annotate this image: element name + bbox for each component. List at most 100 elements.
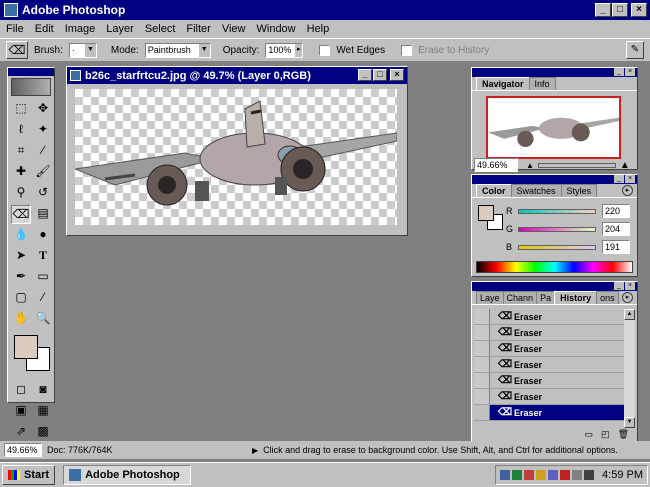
document-title-bar[interactable]: b26c_starfrtcu2.jpg @ 49.7% (Layer 0,RGB…: [67, 67, 407, 84]
eyedropper-tool-icon[interactable]: ⁄: [33, 289, 53, 308]
adobe-online-logo[interactable]: [11, 78, 51, 96]
doc-close-button[interactable]: ×: [390, 69, 404, 81]
tray-icon-5[interactable]: [548, 470, 559, 480]
move-tool-icon[interactable]: ✥: [33, 100, 53, 119]
type-tool-icon[interactable]: T: [33, 247, 53, 266]
palette-well-icon[interactable]: ✎: [626, 41, 644, 59]
tab-actions[interactable]: ons: [596, 291, 619, 304]
status-zoom-field[interactable]: 49.66%: [4, 443, 42, 457]
new-snapshot-icon[interactable]: ◰: [601, 429, 610, 441]
start-button[interactable]: Start: [2, 465, 56, 485]
delete-state-icon[interactable]: 🗑: [618, 429, 629, 441]
menu-select[interactable]: Select: [145, 23, 176, 35]
jump-to-imageready-icon[interactable]: ⇗: [11, 423, 31, 442]
blur-tool-icon[interactable]: 💧: [11, 226, 31, 245]
close-button[interactable]: ×: [631, 3, 647, 17]
full-screen-mode-icon[interactable]: ▦: [33, 402, 53, 421]
navigator-close-button[interactable]: ×: [625, 68, 635, 76]
brush-tool-icon[interactable]: 🖌: [33, 163, 53, 182]
history-state[interactable]: ⌫ Eraser: [474, 309, 628, 325]
doc-minimize-button[interactable]: _: [358, 69, 372, 81]
navigator-zoom-slider[interactable]: [537, 162, 616, 168]
history-panel-menu-icon[interactable]: ▸: [622, 292, 633, 303]
red-channel-slider[interactable]: [518, 208, 596, 214]
color-panel-menu-icon[interactable]: ▸: [622, 185, 633, 196]
menu-edit[interactable]: Edit: [35, 23, 54, 35]
marquee-tool-icon[interactable]: ⬚: [11, 100, 31, 119]
hand-tool-icon[interactable]: ✋: [11, 310, 31, 329]
history-panel-title-bar[interactable]: _ ×: [472, 282, 637, 291]
history-minimize-button[interactable]: _: [614, 282, 624, 290]
menu-view[interactable]: View: [222, 23, 246, 35]
standard-mode-icon[interactable]: ◻: [11, 381, 31, 400]
clone-stamp-tool-icon[interactable]: ⚲: [11, 184, 31, 203]
color-minimize-button[interactable]: _: [614, 175, 624, 183]
menu-filter[interactable]: Filter: [186, 23, 210, 35]
foreground-color-swatch[interactable]: [14, 335, 38, 359]
mode-select[interactable]: Paintbrush ▼: [144, 42, 211, 58]
pen-tool-icon[interactable]: ✒: [11, 268, 31, 287]
scroll-down-arrow[interactable]: ▼: [624, 417, 635, 428]
notes-tool-icon[interactable]: ▢: [11, 289, 31, 308]
tab-channels[interactable]: Chann: [502, 291, 538, 304]
green-channel-slider[interactable]: [518, 226, 596, 232]
blue-channel-slider[interactable]: [518, 244, 596, 250]
tray-icon-7[interactable]: [572, 470, 583, 480]
dodge-tool-icon[interactable]: ●: [33, 226, 53, 245]
menu-help[interactable]: Help: [307, 23, 330, 35]
taskbar-clock[interactable]: 4:59 PM: [602, 469, 643, 481]
tab-color[interactable]: Color: [476, 184, 512, 197]
tab-history[interactable]: History: [554, 291, 598, 304]
magic-wand-tool-icon[interactable]: ✦: [33, 121, 53, 140]
zoom-in-icon[interactable]: ▲: [620, 160, 630, 171]
doc-maximize-button[interactable]: □: [373, 69, 387, 81]
color-spectrum-bar[interactable]: [476, 261, 633, 273]
volume-icon[interactable]: [584, 470, 595, 480]
navigator-panel-title-bar[interactable]: _ ×: [472, 68, 637, 77]
tab-info[interactable]: Info: [528, 77, 556, 90]
tab-swatches[interactable]: Swatches: [510, 184, 562, 197]
history-state[interactable]: ⌫ Eraser: [474, 325, 628, 341]
image-canvas[interactable]: [73, 89, 398, 225]
maximize-button[interactable]: □: [612, 3, 628, 17]
taskbar-photoshop-button[interactable]: Adobe Photoshop: [63, 465, 192, 485]
navigator-minimize-button[interactable]: _: [614, 68, 624, 76]
menu-layer[interactable]: Layer: [106, 23, 134, 35]
menu-window[interactable]: Window: [257, 23, 296, 35]
tab-paths[interactable]: Pa: [536, 291, 556, 304]
menu-image[interactable]: Image: [65, 23, 96, 35]
scroll-up-arrow[interactable]: ▲: [624, 309, 635, 320]
new-document-from-state-icon[interactable]: ▭: [585, 429, 594, 441]
tray-icon-3[interactable]: [524, 470, 535, 480]
history-state[interactable]: ⌫ Eraser: [474, 341, 628, 357]
eraser-tool-preset-icon[interactable]: ⌫: [6, 41, 28, 59]
color-foreground-swatch[interactable]: [478, 205, 494, 221]
screen-mode-icon[interactable]: ▣: [11, 402, 31, 421]
history-scrollbar[interactable]: ▲ ▼: [624, 309, 635, 428]
slice-tool-icon[interactable]: ∕: [33, 142, 53, 161]
healing-brush-icon[interactable]: ✚: [11, 163, 31, 182]
red-value-field[interactable]: 220: [602, 204, 630, 218]
tab-navigator[interactable]: Navigator: [476, 77, 530, 90]
history-state[interactable]: ⌫ Eraser: [474, 357, 628, 373]
history-state[interactable]: ⌫ Eraser: [474, 373, 628, 389]
color-close-button[interactable]: ×: [625, 175, 635, 183]
tab-styles[interactable]: Styles: [560, 184, 598, 197]
opacity-field[interactable]: 100% ▸: [265, 42, 304, 58]
zoom-out-icon[interactable]: ▲: [526, 161, 534, 170]
lasso-tool-icon[interactable]: ℓ: [11, 121, 31, 140]
tray-icon-4[interactable]: [536, 470, 547, 480]
toolbox-title-bar[interactable]: [8, 68, 54, 76]
tray-icon-2[interactable]: [512, 470, 523, 480]
imageready-icon[interactable]: ▩: [33, 423, 53, 442]
wet-edges-checkbox[interactable]: [319, 44, 331, 56]
history-brush-tool-icon[interactable]: ↺: [33, 184, 53, 203]
color-panel-title-bar[interactable]: _ ×: [472, 175, 637, 184]
shape-tool-icon[interactable]: ▭: [33, 268, 53, 287]
gradient-tool-icon[interactable]: ▤: [33, 205, 53, 224]
brush-picker[interactable]: · ▼: [68, 42, 97, 58]
navigator-preview[interactable]: [486, 96, 621, 159]
path-selection-tool-icon[interactable]: ➤: [11, 247, 31, 266]
green-value-field[interactable]: 204: [602, 222, 630, 236]
minimize-button[interactable]: _: [595, 3, 611, 17]
